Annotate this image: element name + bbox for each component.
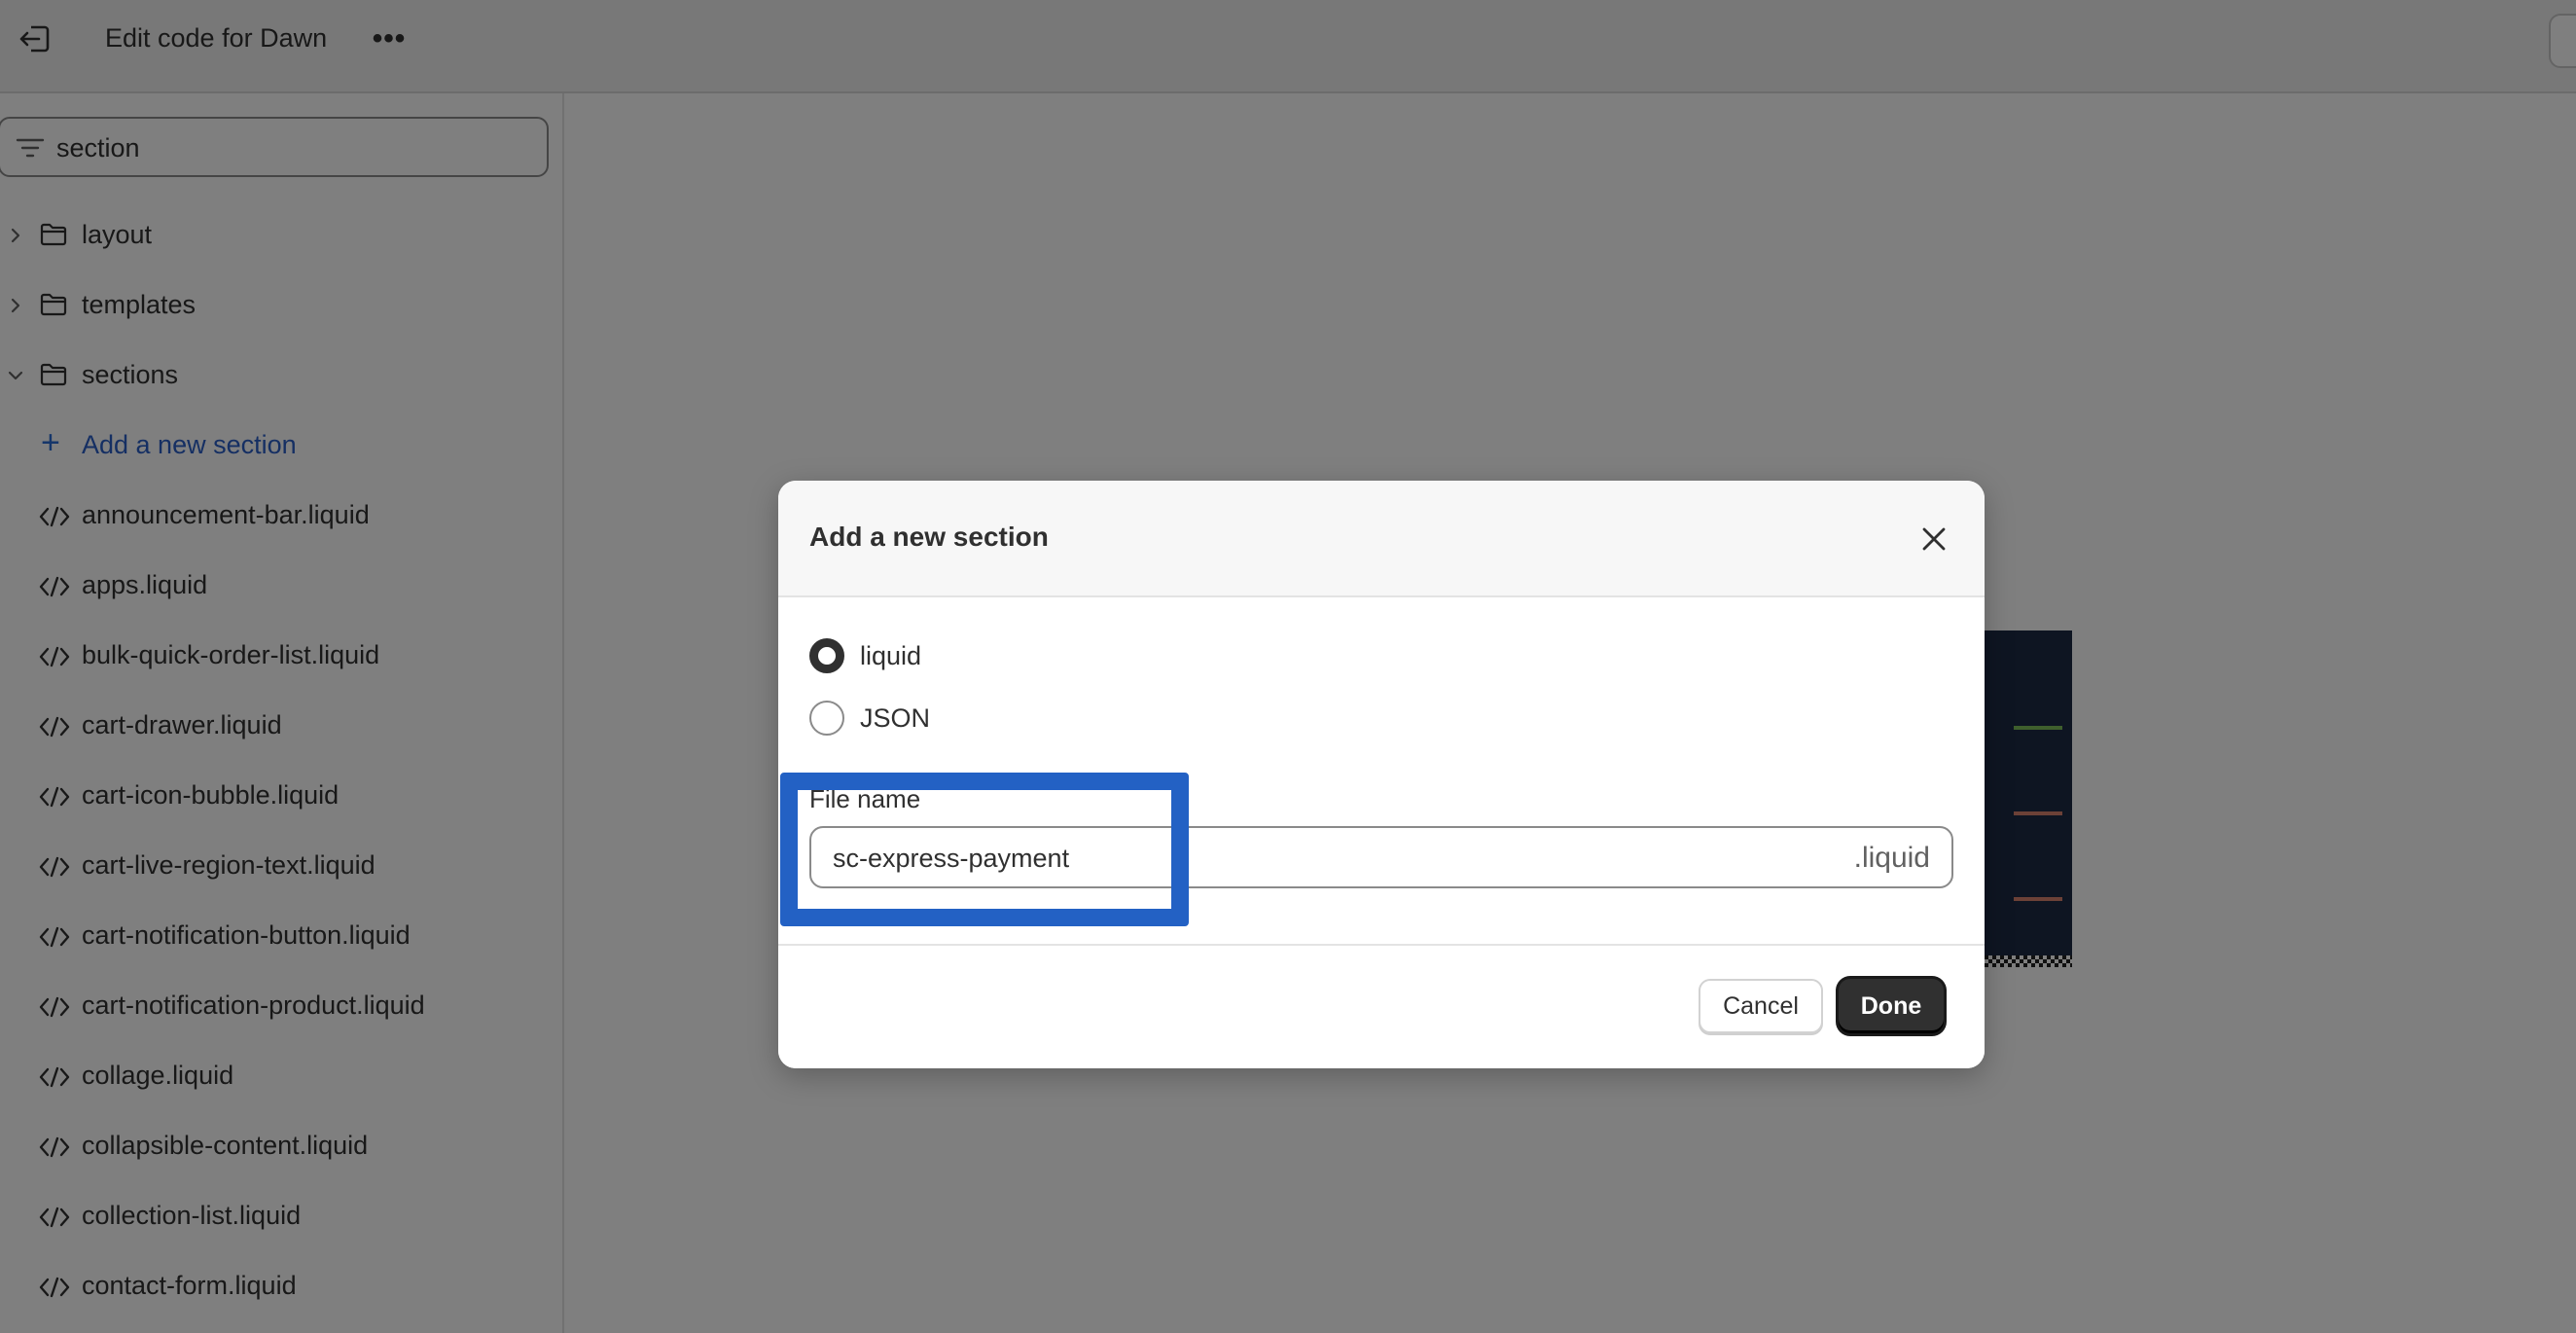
done-button[interactable]: Done: [1839, 979, 1944, 1033]
file-extension-suffix: .liquid: [1853, 842, 1930, 874]
radio-json[interactable]: JSON: [809, 701, 1199, 739]
modal-footer: Cancel Done: [778, 944, 1985, 1068]
modal-header: Add a new section: [778, 481, 1985, 597]
radio-label: liquid: [860, 641, 922, 670]
radio-label: JSON: [860, 703, 931, 733]
radio-liquid[interactable]: liquid: [809, 638, 1199, 677]
file-name-input[interactable]: [833, 840, 1708, 877]
radio-unchecked[interactable]: [809, 701, 844, 736]
close-icon[interactable]: [1914, 520, 1953, 558]
file-name-field[interactable]: .liquid: [809, 826, 1953, 888]
radio-checked[interactable]: [809, 638, 844, 673]
file-name-label: File name: [809, 784, 921, 813]
cancel-button[interactable]: Cancel: [1699, 979, 1823, 1033]
modal-title: Add a new section: [809, 522, 1049, 552]
add-section-modal: Add a new section liquid JSON File name …: [778, 481, 1985, 1068]
